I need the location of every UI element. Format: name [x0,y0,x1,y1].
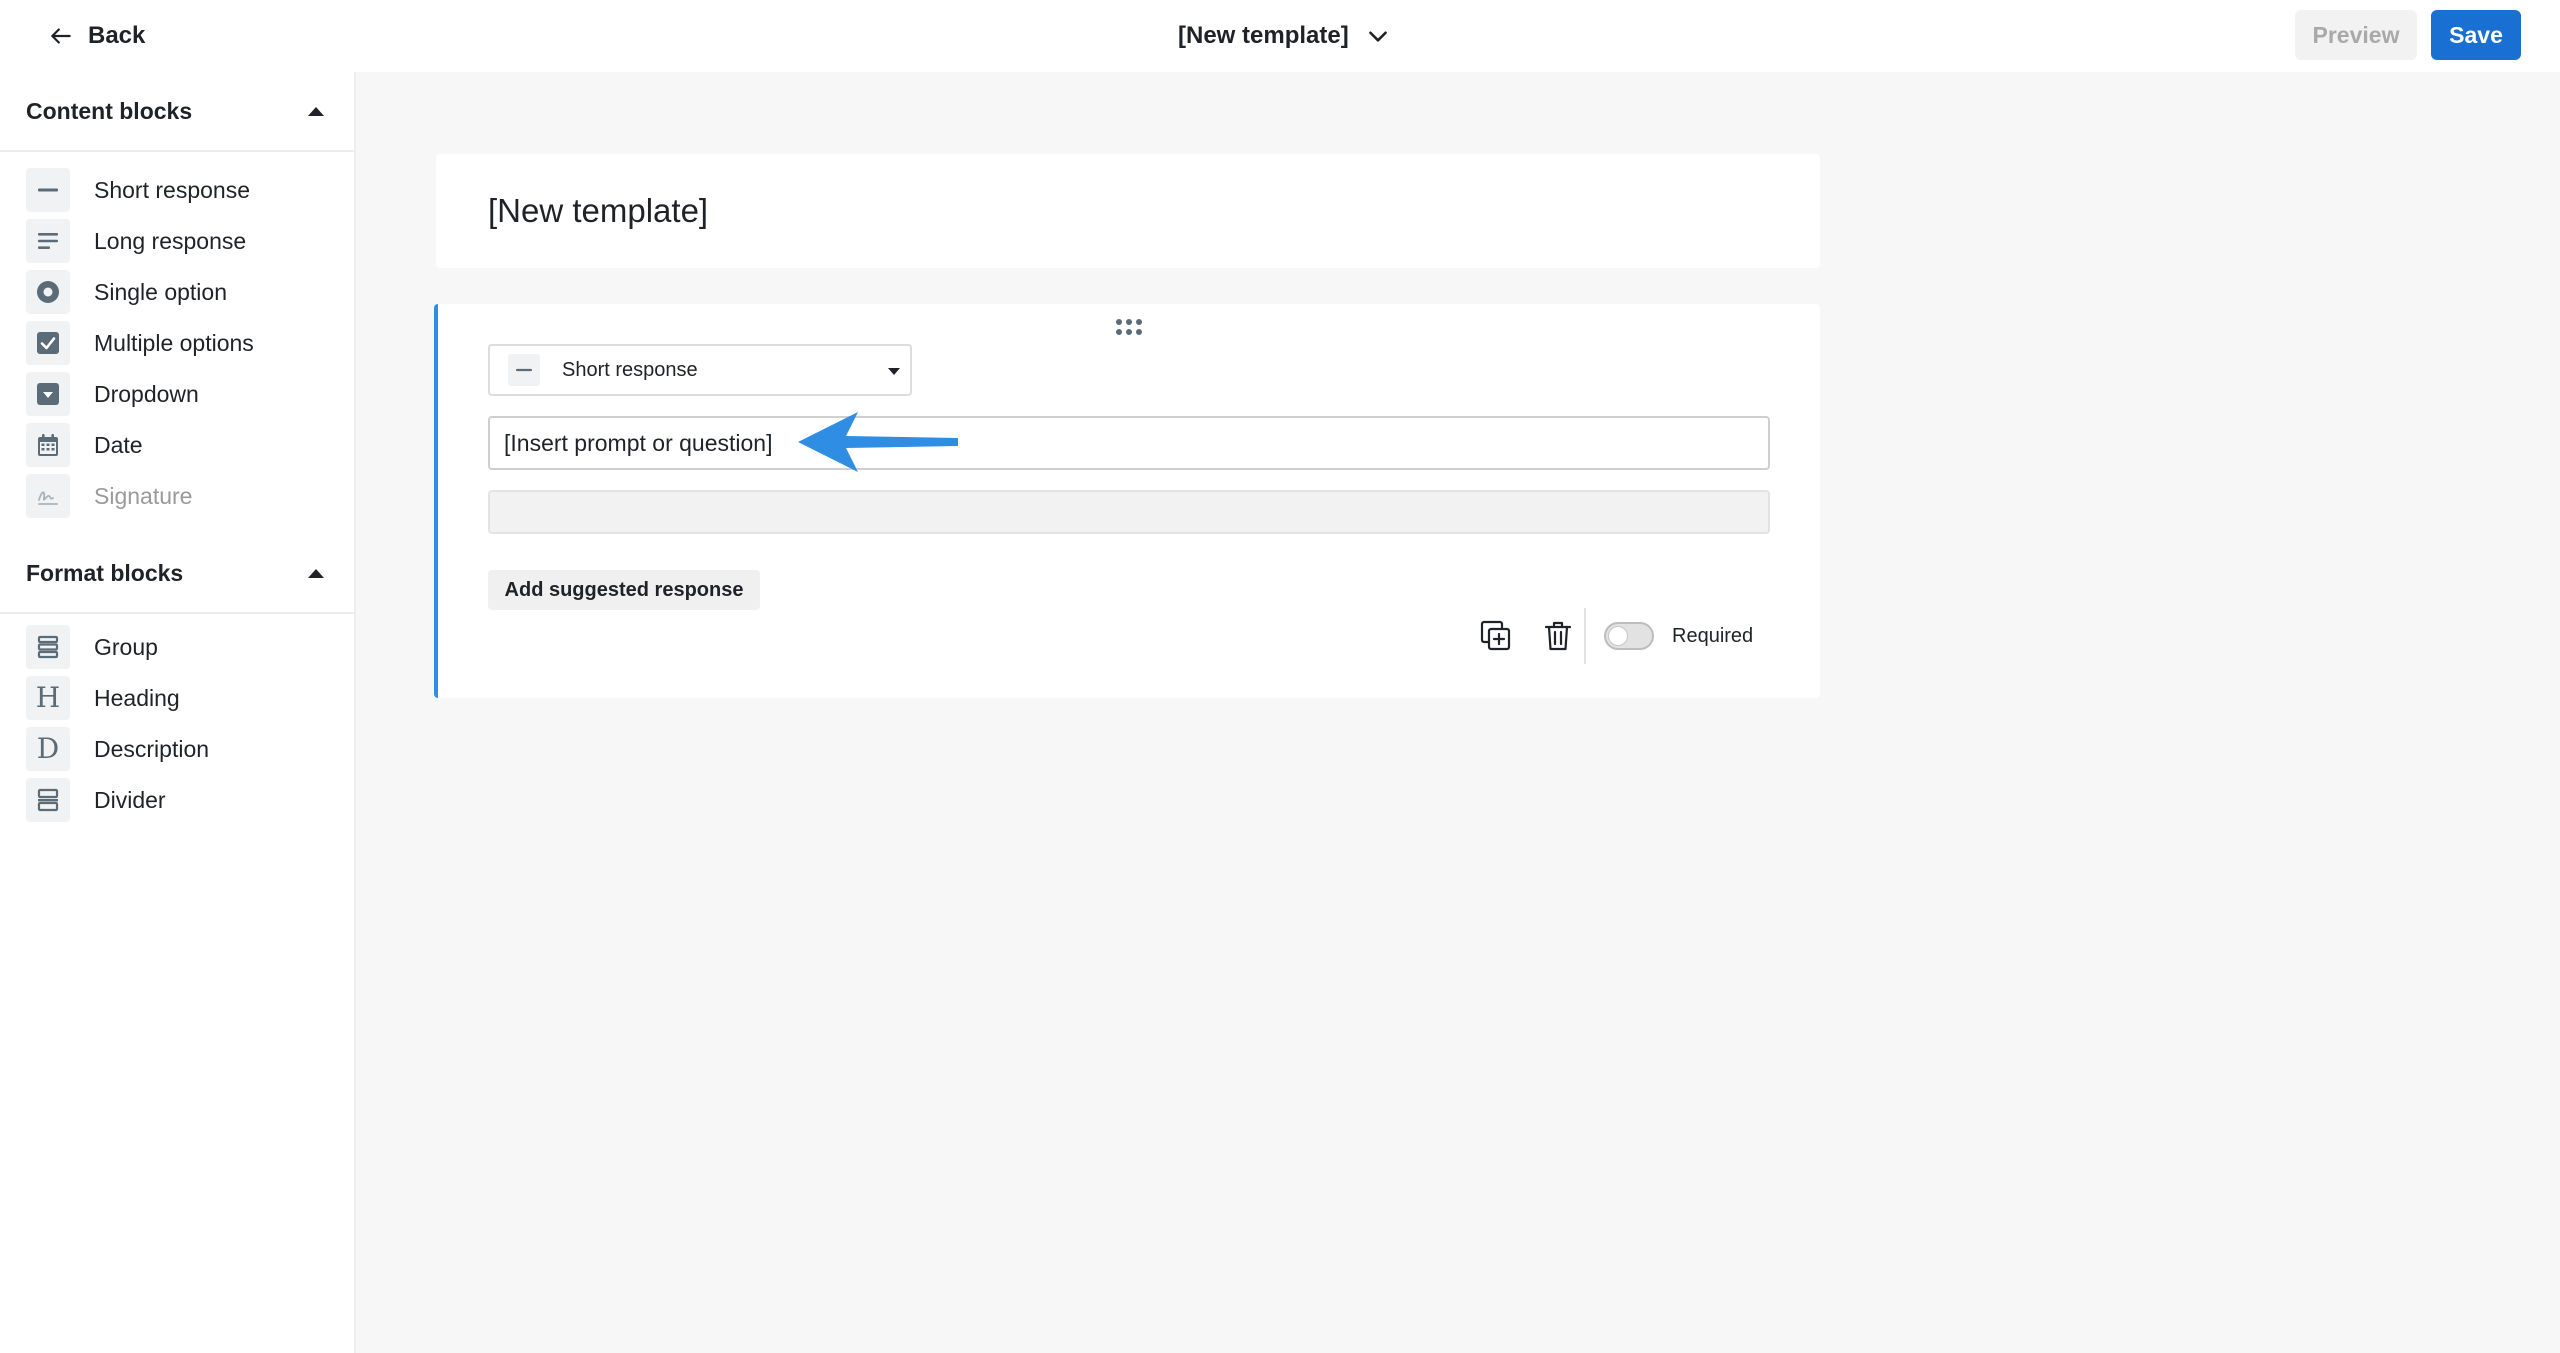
preview-button[interactable]: Preview [2295,10,2417,60]
checkbox-icon [26,321,70,365]
group-icon [26,625,70,669]
block-label: Long response [94,227,247,254]
calendar-icon [26,423,70,467]
block-label: Description [94,735,210,762]
block-label: Multiple options [94,329,254,356]
dropdown-icon [26,372,70,416]
drag-handle-icon[interactable] [1114,316,1144,338]
question-type-label: Short response [562,358,698,381]
caret-down-icon [888,368,900,375]
block-label: Group [94,633,158,660]
prompt-input[interactable] [488,416,1770,470]
content-blocks-header[interactable]: Content blocks [0,72,354,152]
response-preview-field [488,490,1770,534]
toggle-knob [1608,626,1628,646]
divider-icon [26,778,70,822]
question-type-select[interactable]: Short response [488,344,912,396]
block-signature[interactable]: Signature [26,474,336,518]
block-heading[interactable]: H Heading [26,676,336,720]
signature-icon [26,474,70,518]
long-response-icon [26,219,70,263]
heading-icon: H [26,676,70,720]
block-label: Heading [94,684,180,711]
top-bar: Back [New template] Preview Save [0,0,2560,72]
add-suggested-response-button[interactable]: Add suggested response [488,570,760,610]
caret-up-icon [308,106,324,116]
block-multiple-options[interactable]: Multiple options [26,321,336,365]
template-title: [New template] [1178,22,1349,49]
block-label: Short response [94,176,250,203]
back-label: Back [88,22,146,49]
block-dropdown[interactable]: Dropdown [26,372,336,416]
description-icon: D [26,727,70,771]
actions-divider [1584,608,1586,664]
template-name-heading[interactable]: [New template] [488,192,708,230]
block-label: Single option [94,278,227,305]
template-title-card[interactable]: [New template] [436,154,1820,268]
short-response-icon [26,168,70,212]
back-button[interactable]: Back [48,16,145,56]
block-label: Date [94,431,143,458]
block-label: Dropdown [94,380,199,407]
radio-icon [26,270,70,314]
content-blocks-title: Content blocks [26,97,193,124]
annotation-arrow-icon [798,412,958,472]
caret-up-icon [308,568,324,578]
format-blocks-title: Format blocks [26,559,184,586]
save-button[interactable]: Save [2431,10,2521,60]
required-label: Required [1672,624,1754,647]
format-blocks-header[interactable]: Format blocks [0,534,354,614]
template-title-dropdown[interactable]: [New template] [1178,16,1391,56]
trash-icon[interactable] [1540,618,1576,654]
chevron-down-icon [1368,31,1387,42]
question-card[interactable]: Short response Add suggested response Re… [434,304,1820,698]
blocks-sidebar: Content blocks Short response Long respo… [0,72,356,1353]
arrow-left-icon [51,28,71,44]
duplicate-icon[interactable] [1478,618,1514,654]
block-long-response[interactable]: Long response [26,219,336,263]
short-response-icon [508,354,540,386]
block-divider[interactable]: Divider [26,778,336,822]
block-single-option[interactable]: Single option [26,270,336,314]
block-group[interactable]: Group [26,625,336,669]
required-toggle[interactable] [1604,622,1654,650]
block-label: Divider [94,786,166,813]
block-description[interactable]: D Description [26,727,336,771]
block-label: Signature [94,482,193,509]
block-date[interactable]: Date [26,423,336,467]
block-short-response[interactable]: Short response [26,168,336,212]
